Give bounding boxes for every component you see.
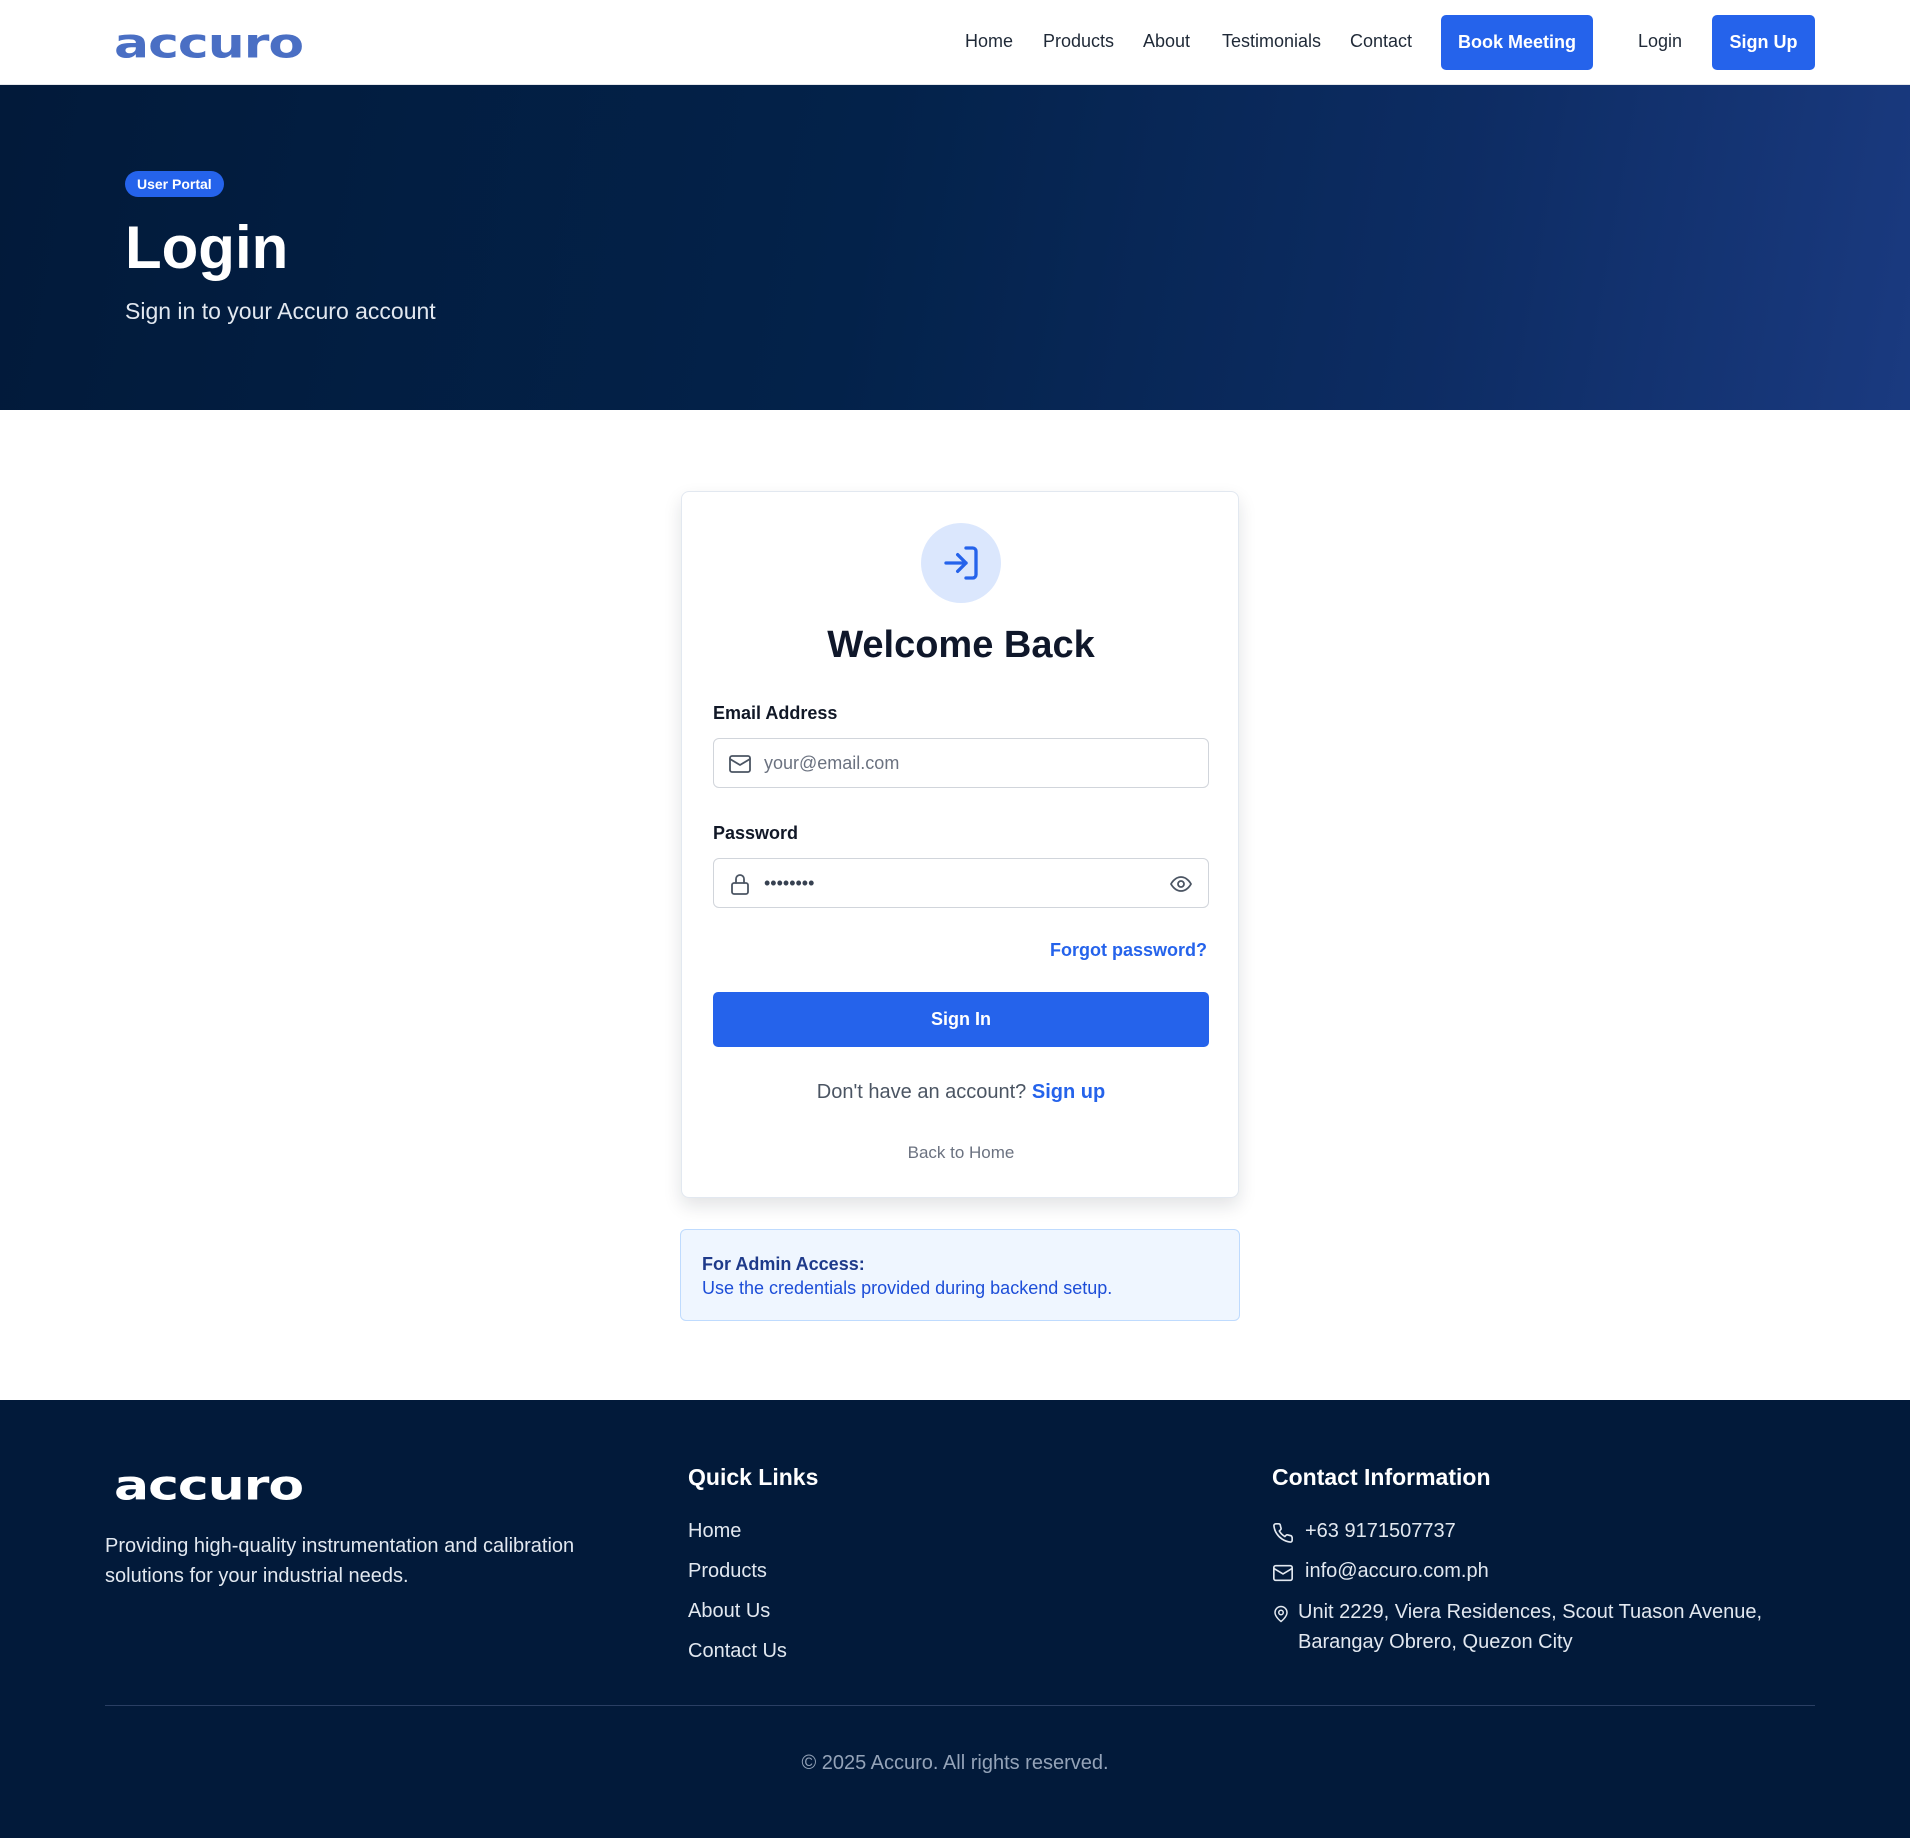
nav-links: Home Products About Testimonials Contact… xyxy=(0,0,1910,85)
footer-link-contact[interactable]: Contact Us xyxy=(688,1640,787,1663)
hero-banner: User Portal Login Sign in to your Accuro… xyxy=(0,85,1910,410)
forgot-password-link[interactable]: Forgot password? xyxy=(1050,940,1207,961)
nav-home-link[interactable]: Home xyxy=(965,31,1013,52)
page-title: Login xyxy=(125,214,289,281)
admin-note-text: Use the credentials provided during back… xyxy=(702,1278,1113,1298)
sign-up-link[interactable]: Sign up xyxy=(1032,1081,1105,1103)
mail-icon xyxy=(728,752,752,781)
footer-link-about[interactable]: About Us xyxy=(688,1600,770,1623)
phone-number[interactable]: +63 9171507737 xyxy=(1305,1520,1456,1543)
no-account-text: Don't have an account? Sign up xyxy=(682,1081,1240,1104)
password-label: Password xyxy=(713,823,799,843)
contact-info-heading: Contact Information xyxy=(1272,1464,1491,1490)
eye-icon[interactable] xyxy=(1168,872,1194,901)
email-field[interactable] xyxy=(713,738,1209,788)
top-navbar: accuro Home Products About Testimonials … xyxy=(0,0,1910,85)
lock-icon xyxy=(728,872,752,901)
footer-link-home[interactable]: Home xyxy=(688,1520,741,1543)
nav-products-link[interactable]: Products xyxy=(1043,31,1114,52)
user-portal-badge: User Portal xyxy=(125,171,224,197)
quick-links-heading: Quick Links xyxy=(688,1464,819,1490)
back-to-home-link[interactable]: Back to Home xyxy=(682,1143,1240,1163)
nav-login-link[interactable]: Login xyxy=(1638,31,1682,52)
mail-icon xyxy=(1272,1562,1294,1590)
footer-link-products[interactable]: Products xyxy=(688,1560,767,1583)
admin-note-title: For Admin Access: xyxy=(702,1254,865,1274)
map-pin-icon xyxy=(1272,1605,1290,1629)
password-field[interactable] xyxy=(713,858,1209,908)
site-footer: accuro Providing high-quality instrument… xyxy=(0,1400,1910,1838)
nav-testimonials-link[interactable]: Testimonials xyxy=(1222,31,1321,52)
book-meeting-button[interactable]: Book Meeting xyxy=(1441,15,1593,70)
footer-divider xyxy=(105,1705,1815,1706)
copyright-text: © 2025 Accuro. All rights reserved. xyxy=(801,1752,1109,1774)
email-input[interactable] xyxy=(764,739,1154,787)
admin-access-note: For Admin Access: Use the credentials pr… xyxy=(680,1229,1240,1321)
email-label: Email Address xyxy=(713,703,838,723)
no-account-label: Don't have an account? xyxy=(816,1081,1027,1103)
page-subtitle: Sign in to your Accuro account xyxy=(125,298,436,324)
email-address[interactable]: info@accuro.com.ph xyxy=(1305,1560,1489,1583)
sign-in-button[interactable]: Sign In xyxy=(713,992,1209,1047)
phone-icon xyxy=(1272,1522,1294,1550)
footer-tagline: Providing high-quality instrumentation a… xyxy=(105,1535,575,1587)
welcome-heading: Welcome Back xyxy=(827,624,1095,666)
nav-contact-link[interactable]: Contact xyxy=(1350,31,1412,52)
log-in-icon xyxy=(921,523,1001,603)
sign-up-button[interactable]: Sign Up xyxy=(1712,15,1815,70)
login-card: Welcome Back Email Address Password Forg… xyxy=(681,491,1239,1198)
footer-logo[interactable]: accuro xyxy=(114,1463,304,1510)
password-input[interactable] xyxy=(764,859,1154,907)
address-text: Unit 2229, Viera Residences, Scout Tuaso… xyxy=(1298,1601,1763,1653)
nav-about-link[interactable]: About xyxy=(1143,31,1190,52)
